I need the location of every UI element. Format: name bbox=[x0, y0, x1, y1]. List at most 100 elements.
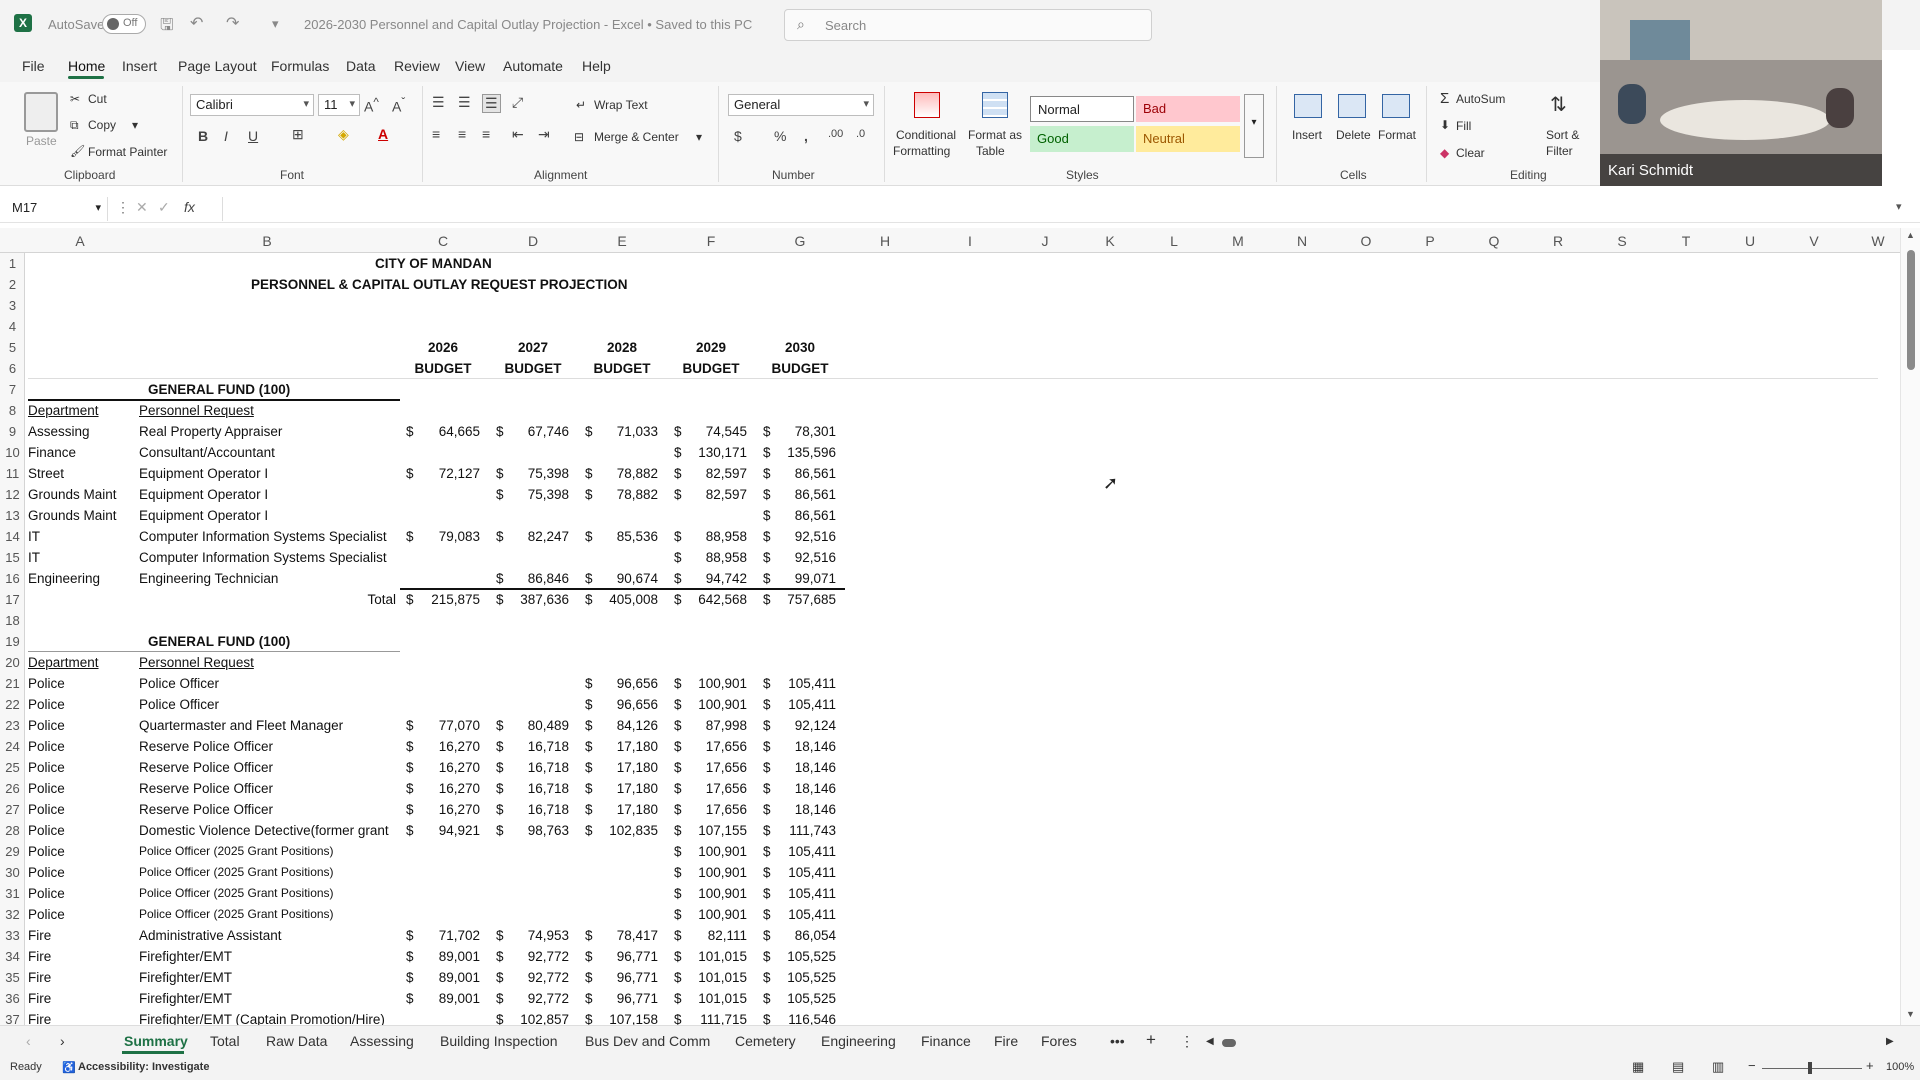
department-cell[interactable]: Police bbox=[28, 907, 65, 922]
value-cell[interactable]: 107,155 bbox=[677, 823, 747, 838]
department-cell[interactable]: Fire bbox=[28, 949, 51, 964]
value-cell[interactable]: 67,746 bbox=[499, 424, 569, 439]
request-cell[interactable]: Police Officer (2025 Grant Positions) bbox=[139, 865, 334, 879]
borders-icon[interactable]: ⊞ bbox=[292, 126, 304, 143]
middle-align-icon[interactable]: ☰ bbox=[458, 94, 471, 111]
style-neutral[interactable]: Neutral bbox=[1136, 126, 1240, 152]
request-cell[interactable]: Police Officer bbox=[139, 697, 219, 712]
zoom-out-icon[interactable]: − bbox=[1748, 1058, 1756, 1073]
formatting-label[interactable]: Formatting bbox=[893, 144, 950, 158]
value-cell[interactable]: 78,882 bbox=[588, 487, 658, 502]
paste-icon[interactable] bbox=[24, 92, 58, 132]
bottom-align-icon[interactable]: ☰ bbox=[482, 94, 501, 113]
department-cell[interactable]: Street bbox=[28, 466, 64, 481]
prev-sheet-icon[interactable]: ‹ bbox=[26, 1033, 31, 1049]
clear-icon[interactable]: ◆ bbox=[1440, 146, 1449, 160]
value-cell[interactable]: 18,146 bbox=[766, 739, 836, 754]
request-cell[interactable]: Police Officer (2025 Grant Positions) bbox=[139, 886, 334, 900]
value-cell[interactable]: 89,001 bbox=[410, 949, 480, 964]
enter-icon[interactable]: ✓ bbox=[158, 199, 170, 216]
value-cell[interactable]: 101,015 bbox=[677, 949, 747, 964]
decrease-indent-icon[interactable]: ⇤ bbox=[512, 126, 524, 143]
total-value[interactable]: 215,875 bbox=[410, 592, 480, 607]
scroll-thumb[interactable] bbox=[1907, 250, 1915, 370]
department-cell[interactable]: Police bbox=[28, 697, 65, 712]
request-header[interactable]: Personnel Request bbox=[139, 655, 254, 670]
decrease-font-icon[interactable]: Aˇ bbox=[392, 96, 405, 115]
more-options-icon[interactable]: ⋮ bbox=[116, 199, 130, 216]
value-cell[interactable]: 17,656 bbox=[677, 760, 747, 775]
value-cell[interactable]: 96,771 bbox=[588, 991, 658, 1006]
value-cell[interactable]: 75,398 bbox=[499, 487, 569, 502]
quick-access-dropdown-icon[interactable]: ▾ bbox=[272, 16, 279, 32]
value-cell[interactable]: 90,674 bbox=[588, 571, 658, 586]
value-cell[interactable]: 82,597 bbox=[677, 487, 747, 502]
budget-header[interactable]: BUDGET bbox=[681, 361, 741, 376]
tab-sheet-total[interactable]: Total bbox=[210, 1033, 240, 1049]
value-cell[interactable]: 86,054 bbox=[766, 928, 836, 943]
value-cell[interactable]: 84,126 bbox=[588, 718, 658, 733]
value-cell[interactable]: 82,247 bbox=[499, 529, 569, 544]
value-cell[interactable]: 88,958 bbox=[677, 550, 747, 565]
request-cell[interactable]: Quartermaster and Fleet Manager bbox=[139, 718, 343, 733]
department-cell[interactable]: Assessing bbox=[28, 424, 90, 439]
tab-home[interactable]: Home bbox=[68, 58, 105, 74]
copy-dropdown-icon[interactable]: ▾ bbox=[132, 118, 138, 132]
page-layout-view-icon[interactable]: ▤ bbox=[1672, 1059, 1684, 1075]
tab-scroll-left-icon[interactable]: ◀ bbox=[1206, 1036, 1214, 1047]
value-cell[interactable]: 105,525 bbox=[766, 970, 836, 985]
cut-button[interactable]: Cut bbox=[88, 92, 107, 106]
insert-cells-button[interactable]: Insert bbox=[1292, 128, 1322, 142]
conditional-formatting-icon[interactable] bbox=[914, 92, 940, 118]
value-cell[interactable]: 86,561 bbox=[766, 487, 836, 502]
value-cell[interactable]: 96,771 bbox=[588, 970, 658, 985]
increase-decimal-icon[interactable]: .00 bbox=[828, 128, 843, 140]
wrap-text-icon[interactable]: ↵ bbox=[576, 98, 586, 112]
value-cell[interactable]: 100,901 bbox=[677, 907, 747, 922]
request-cell[interactable]: Real Property Appraiser bbox=[139, 424, 282, 439]
value-cell[interactable]: 16,718 bbox=[499, 802, 569, 817]
vertical-scrollbar[interactable]: ▲ ▼ bbox=[1900, 228, 1920, 1025]
request-cell[interactable]: Reserve Police Officer bbox=[139, 781, 273, 796]
value-cell[interactable]: 78,882 bbox=[588, 466, 658, 481]
value-cell[interactable]: 17,656 bbox=[677, 781, 747, 796]
value-cell[interactable]: 111,743 bbox=[766, 823, 836, 838]
styles-more-icon[interactable]: ▾ bbox=[1244, 94, 1264, 158]
format-cells-icon[interactable] bbox=[1382, 94, 1410, 118]
request-cell[interactable]: Reserve Police Officer bbox=[139, 760, 273, 775]
value-cell[interactable]: 89,001 bbox=[410, 991, 480, 1006]
zoom-in-icon[interactable]: + bbox=[1866, 1058, 1874, 1073]
accessibility-status[interactable]: Accessibility: Investigate bbox=[78, 1061, 209, 1073]
value-cell[interactable]: 17,180 bbox=[588, 739, 658, 754]
value-cell[interactable]: 130,171 bbox=[677, 445, 747, 460]
total-value[interactable]: 405,008 bbox=[588, 592, 658, 607]
department-cell[interactable]: Police bbox=[28, 802, 65, 817]
department-cell[interactable]: Finance bbox=[28, 445, 76, 460]
tab-sheet-engineering[interactable]: Engineering bbox=[821, 1033, 896, 1049]
value-cell[interactable]: 77,070 bbox=[410, 718, 480, 733]
value-cell[interactable]: 102,835 bbox=[588, 823, 658, 838]
request-cell[interactable]: Equipment Operator I bbox=[139, 508, 268, 523]
value-cell[interactable]: 96,656 bbox=[588, 676, 658, 691]
autosum-button[interactable]: AutoSum bbox=[1456, 92, 1505, 106]
value-cell[interactable]: 99,071 bbox=[766, 571, 836, 586]
next-sheet-icon[interactable]: › bbox=[60, 1033, 65, 1049]
request-cell[interactable]: Police Officer (2025 Grant Positions) bbox=[139, 907, 334, 921]
request-cell[interactable]: Reserve Police Officer bbox=[139, 802, 273, 817]
department-cell[interactable]: Grounds Maint bbox=[28, 487, 117, 502]
value-cell[interactable]: 85,536 bbox=[588, 529, 658, 544]
request-cell[interactable]: Police Officer bbox=[139, 676, 219, 691]
budget-header[interactable]: BUDGET bbox=[413, 361, 473, 376]
tab-view[interactable]: View bbox=[455, 58, 485, 74]
value-cell[interactable]: 100,901 bbox=[677, 886, 747, 901]
value-cell[interactable]: 79,083 bbox=[410, 529, 480, 544]
comma-icon[interactable]: , bbox=[804, 128, 808, 144]
tab-options-icon[interactable]: ⋮ bbox=[1180, 1033, 1194, 1050]
paste-label[interactable]: Paste bbox=[26, 134, 57, 148]
value-cell[interactable]: 98,763 bbox=[499, 823, 569, 838]
tab-sheet-summary[interactable]: Summary bbox=[124, 1033, 188, 1049]
department-header[interactable]: Department bbox=[28, 655, 99, 670]
delete-cells-icon[interactable] bbox=[1338, 94, 1366, 118]
percent-icon[interactable]: % bbox=[774, 128, 786, 144]
autosave-toggle[interactable]: Off bbox=[102, 14, 146, 34]
